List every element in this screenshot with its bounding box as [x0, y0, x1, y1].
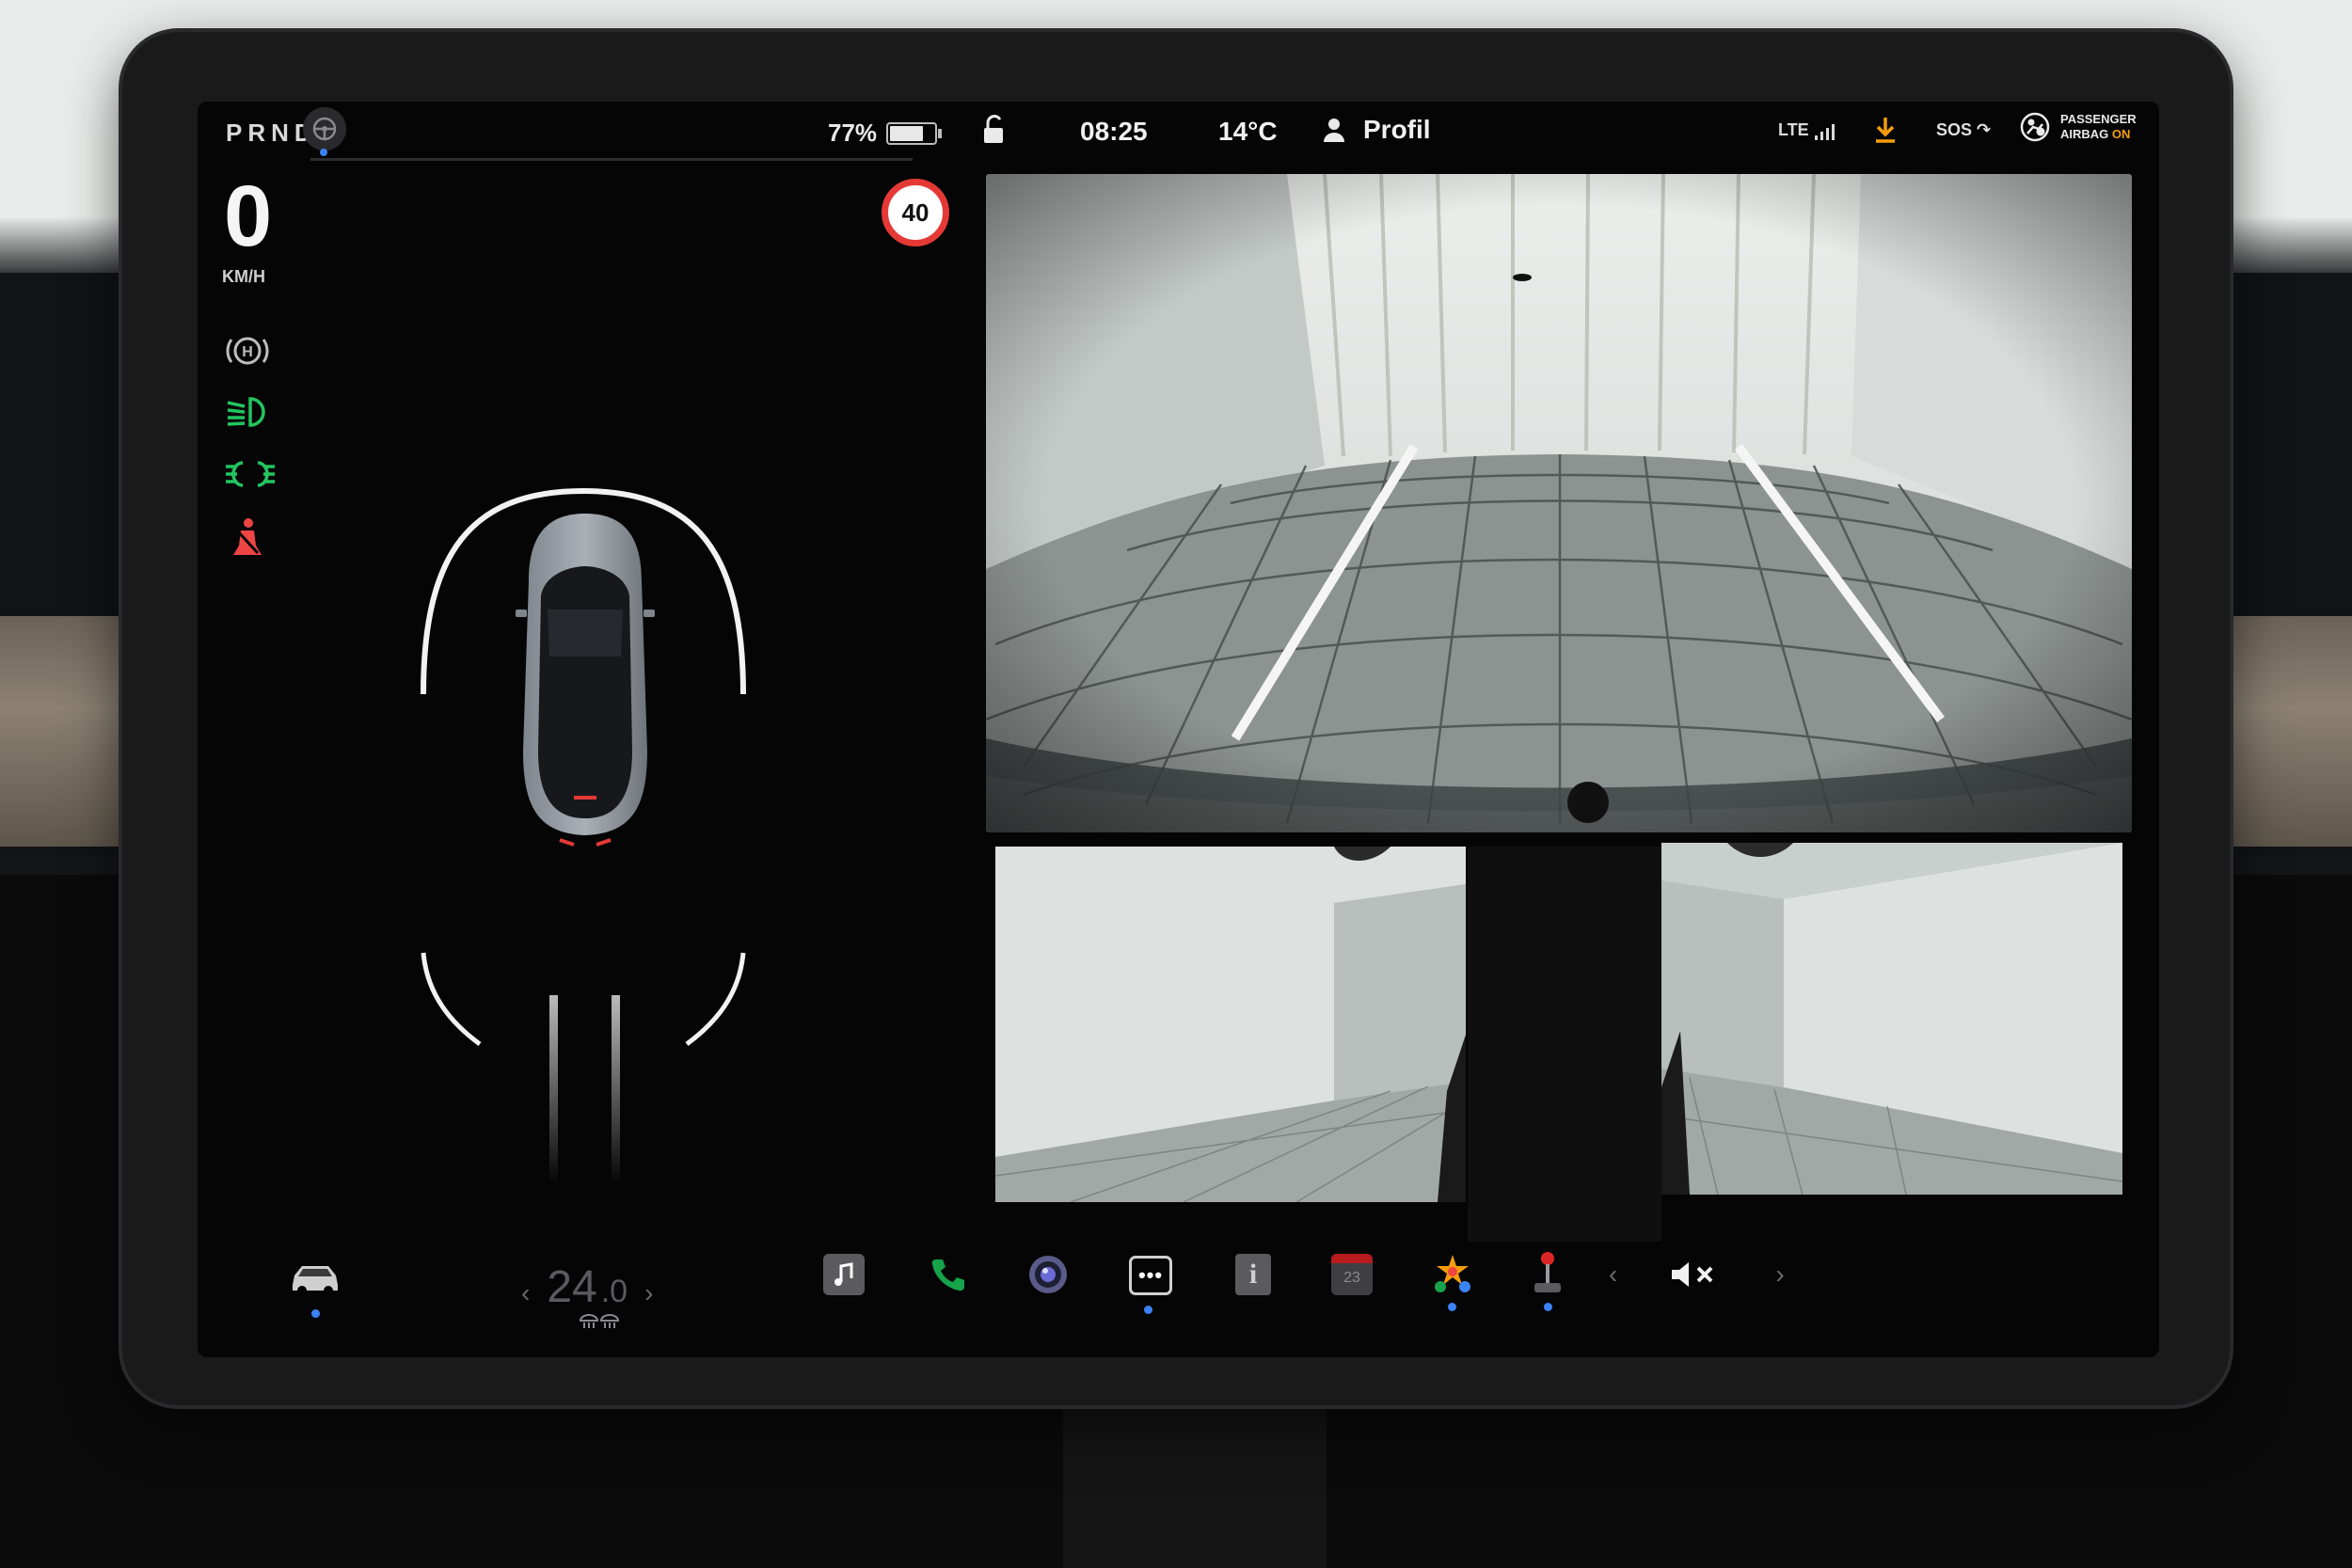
sos-label: SOS — [1936, 120, 1973, 139]
defrost-icon[interactable] — [579, 1312, 620, 1331]
auto-hold-icon: H — [224, 332, 271, 374]
more-active-indicator — [1144, 1306, 1152, 1314]
speedometer-value: 0 — [224, 168, 273, 264]
car-model-icon — [516, 514, 655, 835]
unlock-icon[interactable] — [978, 113, 1009, 151]
joystick-active-indicator — [1544, 1303, 1552, 1311]
games-active-indicator — [1448, 1303, 1456, 1311]
calendar-icon[interactable]: 23 — [1331, 1254, 1373, 1295]
battery-icon — [886, 121, 943, 145]
temp-up-chevron-icon[interactable]: › — [644, 1278, 653, 1308]
climate-temp-decimal: .0 — [600, 1274, 628, 1309]
steering-wheel-icon[interactable] — [303, 107, 346, 150]
seatbelt-warning-icon — [224, 515, 269, 565]
volume-down-chevron-icon[interactable]: ‹ — [1609, 1259, 1617, 1290]
car-active-indicator — [311, 1309, 320, 1318]
more-icon[interactable]: ••• — [1129, 1256, 1172, 1295]
clock: 08:25 — [1080, 117, 1148, 146]
speed-limit-sign: 40 — [882, 179, 949, 246]
bottom-dock: ‹ 24.0 › ••• i 23 ‹ › — [198, 1226, 2159, 1357]
airbag-label-line1: PASSENGER — [2060, 112, 2137, 126]
speed-limit-value: 40 — [901, 198, 930, 227]
speed-unit: KM/H — [222, 267, 265, 286]
camera-divider — [1468, 847, 1661, 1242]
profile-label: Profil — [1363, 115, 1431, 144]
camera-icon[interactable] — [1025, 1252, 1071, 1297]
passenger-airbag-status: PASSENGER AIRBAG ON — [2019, 111, 2137, 143]
status-divider — [310, 158, 913, 161]
svg-text:H: H — [242, 344, 253, 360]
phone-icon[interactable] — [927, 1254, 968, 1295]
calendar-day: 23 — [1343, 1270, 1360, 1286]
sos-button[interactable]: SOS ↷ — [1936, 120, 1991, 140]
manual-icon[interactable]: i — [1235, 1254, 1271, 1295]
signal-bars-icon — [1814, 124, 1835, 140]
climate-temp: 24 — [547, 1262, 597, 1312]
vehicle-surroundings-visualization — [421, 487, 746, 1183]
joystick-icon[interactable] — [1529, 1248, 1566, 1297]
rear-camera-feed[interactable] — [986, 174, 2132, 832]
software-update-icon[interactable] — [1872, 115, 1899, 150]
left-repeater-camera-feed[interactable] — [995, 847, 1466, 1202]
mute-speaker-icon[interactable] — [1670, 1259, 1723, 1290]
music-icon[interactable] — [823, 1254, 865, 1295]
airbag-label-line2: AIRBAG — [2060, 127, 2109, 141]
battery-indicator[interactable]: 77% — [828, 119, 943, 148]
driver-profile-button[interactable]: Profil — [1322, 115, 1431, 145]
low-beam-icon — [224, 395, 273, 434]
games-icon[interactable] — [1430, 1250, 1475, 1295]
volume-up-chevron-icon[interactable]: › — [1775, 1259, 1784, 1290]
airbag-state: ON — [2111, 127, 2131, 141]
cellular-signal: LTE — [1778, 120, 1835, 140]
car-icon[interactable] — [287, 1254, 343, 1301]
battery-percent: 77% — [828, 119, 878, 147]
network-type: LTE — [1778, 120, 1809, 139]
right-repeater-camera-feed[interactable] — [1661, 843, 2122, 1195]
outside-temperature: 14°C — [1218, 117, 1278, 146]
touchscreen: PRND 77% 08:25 14°C Profil LTE SOS ↷ PAS… — [198, 102, 2159, 1357]
volume-control[interactable]: ‹ › — [1609, 1259, 1785, 1290]
sos-call-icon: ↷ — [1972, 120, 1992, 139]
person-icon — [1324, 119, 1344, 142]
airbag-icon — [2020, 112, 2050, 142]
climate-control[interactable]: ‹ 24.0 › — [508, 1261, 666, 1313]
parking-lights-icon — [224, 457, 277, 496]
temp-down-chevron-icon[interactable]: ‹ — [521, 1278, 530, 1308]
autopilot-indicator — [320, 149, 327, 156]
